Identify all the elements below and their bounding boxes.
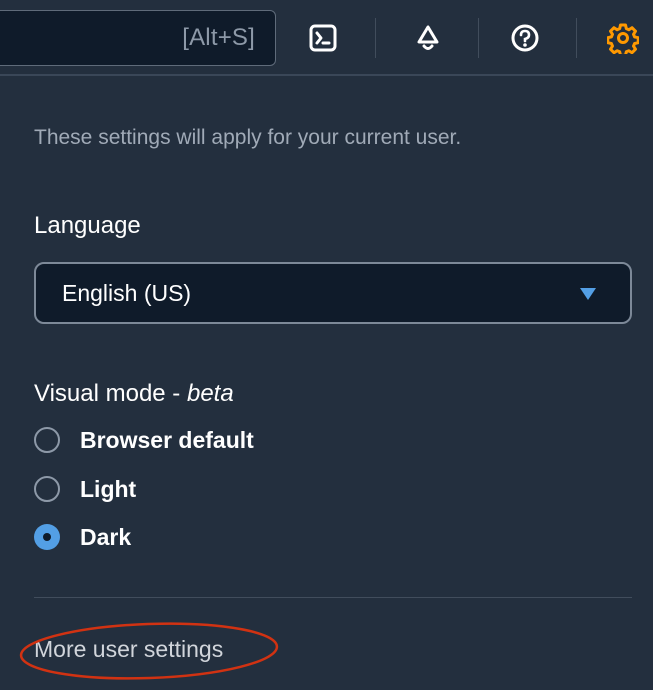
beta-tag: beta	[186, 380, 234, 407]
language-select[interactable]: English (US)	[34, 262, 632, 324]
gear-icon[interactable]	[605, 20, 641, 56]
radio-label: Light	[80, 475, 137, 502]
cloudshell-icon[interactable]	[305, 20, 341, 56]
help-icon[interactable]	[507, 20, 543, 56]
visual-mode-label: Visual mode - beta	[34, 380, 234, 408]
divider	[34, 597, 632, 598]
more-user-settings-link[interactable]: More user settings	[34, 636, 223, 663]
radio-button-checked[interactable]	[34, 524, 60, 550]
radio-label: Browser default	[80, 426, 254, 453]
radio-button[interactable]	[34, 476, 60, 502]
radio-button[interactable]	[34, 427, 60, 453]
top-nav-bar: [Alt+S]	[0, 0, 653, 76]
caret-down-icon	[580, 288, 596, 300]
language-selected-value: English (US)	[62, 280, 192, 306]
nav-divider	[576, 18, 577, 58]
radio-browser-default[interactable]: Browser default	[34, 423, 254, 457]
search-input[interactable]: [Alt+S]	[0, 10, 276, 66]
radio-dark[interactable]: Dark	[34, 520, 131, 554]
visual-mode-label-text: Visual mode -	[34, 380, 187, 407]
search-shortcut-hint: [Alt+S]	[182, 24, 255, 51]
radio-light[interactable]: Light	[34, 472, 136, 506]
language-label: Language	[34, 212, 141, 239]
bell-icon[interactable]	[410, 20, 446, 56]
settings-description: These settings will apply for your curre…	[34, 126, 462, 149]
nav-divider	[478, 18, 479, 58]
nav-divider	[375, 18, 376, 58]
user-settings-panel: These settings will apply for your curre…	[0, 78, 653, 690]
radio-label: Dark	[80, 523, 132, 550]
